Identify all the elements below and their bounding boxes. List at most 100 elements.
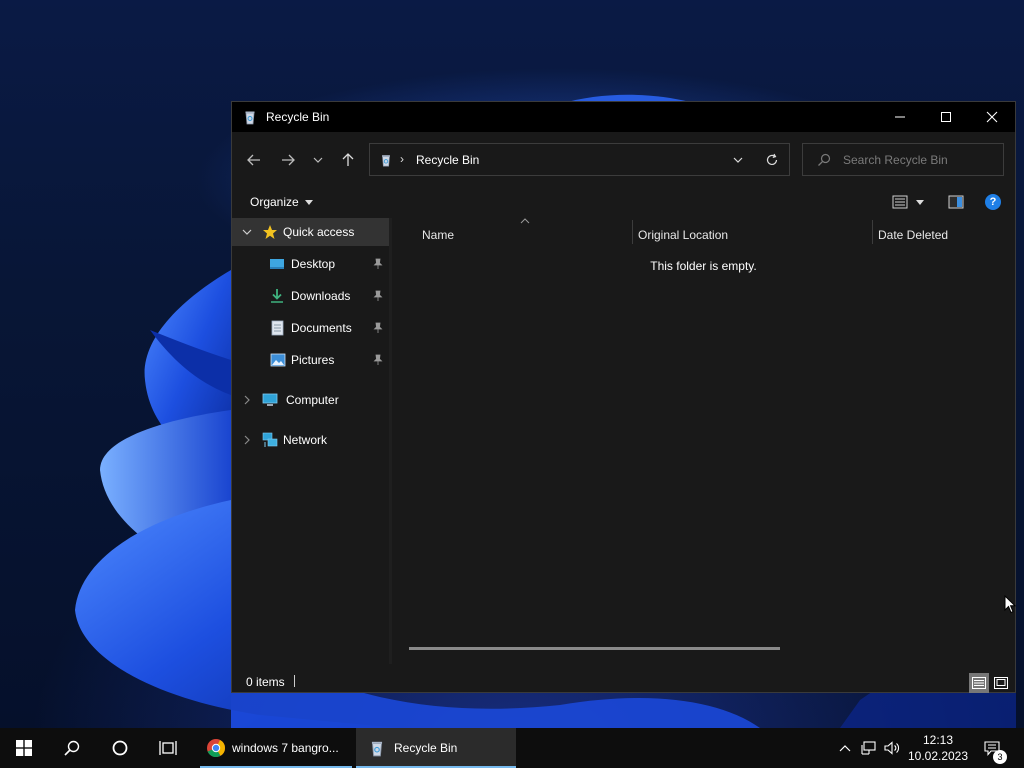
refresh-button[interactable] bbox=[763, 151, 781, 169]
title-bar[interactable]: Recycle Bin bbox=[232, 102, 1015, 132]
organize-label: Organize bbox=[250, 195, 299, 209]
up-button[interactable] bbox=[336, 150, 360, 170]
nav-item-documents[interactable]: Documents bbox=[232, 314, 389, 342]
pin-icon bbox=[373, 258, 383, 269]
clock-date: 10.02.2023 bbox=[907, 749, 969, 763]
column-original-location-label: Original Location bbox=[638, 228, 729, 242]
mouse-cursor-icon bbox=[1004, 595, 1016, 614]
pin-icon bbox=[373, 354, 383, 365]
clock[interactable]: 12:13 10.02.2023 bbox=[904, 732, 972, 764]
nav-label-computer: Computer bbox=[286, 393, 339, 407]
nav-item-pictures[interactable]: Pictures bbox=[232, 346, 389, 374]
nav-item-network[interactable]: Network bbox=[232, 426, 389, 454]
start-button[interactable] bbox=[0, 728, 48, 768]
horizontal-scrollbar-thumb[interactable] bbox=[409, 647, 780, 650]
column-header-original-location[interactable]: Original Location bbox=[638, 223, 872, 247]
column-name-label: Name bbox=[422, 228, 455, 242]
nav-label-pictures: Pictures bbox=[291, 353, 335, 367]
clock-time: 12:13 bbox=[922, 733, 954, 747]
download-icon bbox=[271, 289, 283, 303]
recycle-bin-icon bbox=[245, 111, 255, 125]
column-divider[interactable] bbox=[632, 220, 633, 244]
details-view-icon bbox=[972, 677, 986, 689]
chevron-up-icon bbox=[839, 745, 851, 752]
recycle-bin-icon bbox=[382, 155, 390, 167]
column-divider[interactable] bbox=[872, 220, 873, 244]
address-bar[interactable]: › Recycle Bin bbox=[369, 143, 790, 176]
taskbar-app-label: windows 7 bangro... bbox=[232, 741, 339, 755]
nav-label-quick-access: Quick access bbox=[283, 225, 355, 239]
thumbnail-view-icon bbox=[994, 677, 1008, 689]
recycle-bin-icon bbox=[371, 741, 383, 757]
pin-icon bbox=[373, 290, 383, 301]
chevron-right-icon[interactable] bbox=[242, 395, 252, 405]
recent-locations-button[interactable] bbox=[306, 150, 330, 170]
task-view-icon bbox=[159, 741, 177, 755]
volume-tray-button[interactable] bbox=[882, 728, 904, 768]
notification-count-badge: 3 bbox=[993, 750, 1007, 764]
forward-button[interactable] bbox=[276, 150, 300, 170]
chevron-down-icon[interactable] bbox=[242, 227, 252, 237]
caret-down-icon bbox=[304, 199, 313, 205]
nav-item-desktop[interactable]: Desktop bbox=[232, 250, 389, 278]
search-box[interactable] bbox=[802, 143, 1004, 176]
large-icons-layout-button[interactable] bbox=[991, 673, 1011, 693]
search-icon bbox=[818, 153, 831, 166]
command-bar: Organize ? bbox=[232, 186, 1015, 218]
maximize-icon bbox=[941, 112, 951, 122]
taskbar-app-chrome[interactable]: windows 7 bangro... bbox=[200, 728, 352, 768]
nav-item-downloads[interactable]: Downloads bbox=[232, 282, 389, 310]
empty-folder-message: This folder is empty. bbox=[650, 259, 757, 273]
explorer-window: Recycle Bin › Recycle Bin Search Recycle… bbox=[231, 101, 1016, 693]
show-hidden-icons-button[interactable] bbox=[834, 728, 856, 768]
nav-item-quick-access[interactable]: Quick access bbox=[232, 218, 389, 246]
arrow-right-icon bbox=[282, 154, 295, 166]
speaker-icon bbox=[884, 741, 899, 755]
nav-item-computer[interactable]: Computer bbox=[232, 386, 389, 414]
navigation-pane: Quick access Desktop Downloads Documents… bbox=[232, 218, 389, 664]
taskbar: windows 7 bangro... Recycle Bin 12:13 10… bbox=[0, 728, 1024, 768]
network-wired-icon bbox=[861, 741, 876, 755]
status-bar: 0 items bbox=[232, 667, 1015, 693]
task-view-button[interactable] bbox=[144, 728, 192, 768]
star-icon bbox=[263, 225, 277, 239]
document-icon bbox=[271, 320, 284, 336]
chrome-icon bbox=[207, 739, 225, 758]
desktop-icon bbox=[270, 259, 284, 269]
organize-menu-button[interactable]: Organize bbox=[250, 195, 313, 209]
change-view-button[interactable] bbox=[892, 195, 924, 209]
chevron-down-icon bbox=[733, 157, 743, 163]
nav-label-documents: Documents bbox=[291, 321, 352, 335]
search-icon bbox=[64, 740, 80, 756]
help-icon[interactable]: ? bbox=[985, 194, 1001, 210]
nav-label-network: Network bbox=[283, 433, 328, 447]
breadcrumb-chevron-icon[interactable]: › bbox=[400, 152, 404, 166]
close-button[interactable] bbox=[969, 102, 1015, 132]
chevron-right-icon[interactable] bbox=[242, 435, 252, 445]
minimize-button[interactable] bbox=[877, 102, 923, 132]
item-count: 0 items bbox=[246, 675, 285, 689]
close-icon bbox=[986, 111, 998, 123]
column-header-name[interactable]: Name bbox=[422, 223, 632, 247]
maximize-button[interactable] bbox=[923, 102, 969, 132]
network-icon bbox=[262, 432, 278, 447]
back-button[interactable] bbox=[242, 150, 266, 170]
cortana-circle-icon bbox=[112, 740, 128, 756]
window-title: Recycle Bin bbox=[266, 110, 330, 124]
network-tray-button[interactable] bbox=[858, 728, 880, 768]
details-layout-button[interactable] bbox=[969, 673, 989, 693]
search-button[interactable] bbox=[48, 728, 96, 768]
picture-icon bbox=[270, 353, 286, 367]
breadcrumb-recycle-bin[interactable]: Recycle Bin bbox=[416, 153, 479, 167]
details-view-icon bbox=[892, 195, 908, 209]
address-history-dropdown[interactable] bbox=[730, 152, 746, 168]
cortana-button[interactable] bbox=[96, 728, 144, 768]
nav-label-desktop: Desktop bbox=[291, 257, 336, 271]
column-header-date-deleted[interactable]: Date Deleted bbox=[878, 223, 1008, 247]
search-input[interactable] bbox=[843, 152, 993, 168]
preview-pane-button[interactable] bbox=[948, 195, 964, 212]
taskbar-app-recycle-bin[interactable]: Recycle Bin bbox=[356, 728, 516, 768]
caret-down-icon bbox=[916, 199, 924, 205]
windows-logo-icon bbox=[16, 740, 32, 756]
arrow-left-icon bbox=[247, 154, 260, 166]
